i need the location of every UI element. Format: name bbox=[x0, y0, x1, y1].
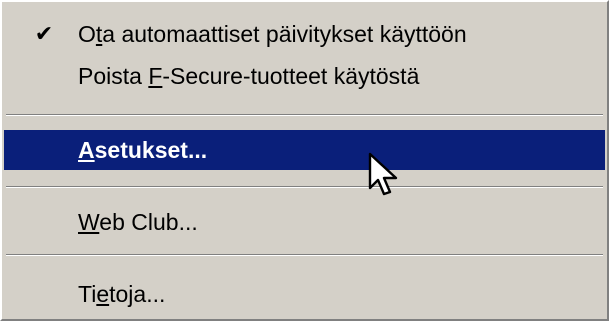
menu-item-about[interactable]: Tietoja... bbox=[4, 274, 605, 314]
menu-item-label: Poista F-Secure-tuotteet käytöstä bbox=[78, 63, 420, 89]
menu-item-label: Ota automaattiset päivitykset käyttöön bbox=[78, 21, 467, 47]
menu-separator bbox=[6, 254, 603, 256]
menu-item-disable-f-secure[interactable]: Poista F-Secure-tuotteet käytöstä bbox=[4, 56, 605, 96]
menu-item-label: Web Club... bbox=[78, 209, 198, 235]
context-menu: ✔ Ota automaattiset päivitykset käyttöön… bbox=[0, 0, 609, 321]
menu-separator bbox=[6, 186, 603, 188]
menu-item-label: Asetukset... bbox=[78, 137, 208, 163]
checkmark-icon: ✔ bbox=[34, 21, 54, 46]
menu-item-enable-auto-updates[interactable]: ✔ Ota automaattiset päivitykset käyttöön bbox=[4, 14, 605, 54]
menu-item-settings[interactable]: Asetukset... bbox=[4, 130, 605, 170]
mouse-pointer-icon bbox=[368, 152, 398, 196]
menu-item-label: Tietoja... bbox=[78, 281, 166, 307]
menu-item-web-club[interactable]: Web Club... bbox=[4, 202, 605, 242]
menu-separator bbox=[6, 114, 603, 116]
